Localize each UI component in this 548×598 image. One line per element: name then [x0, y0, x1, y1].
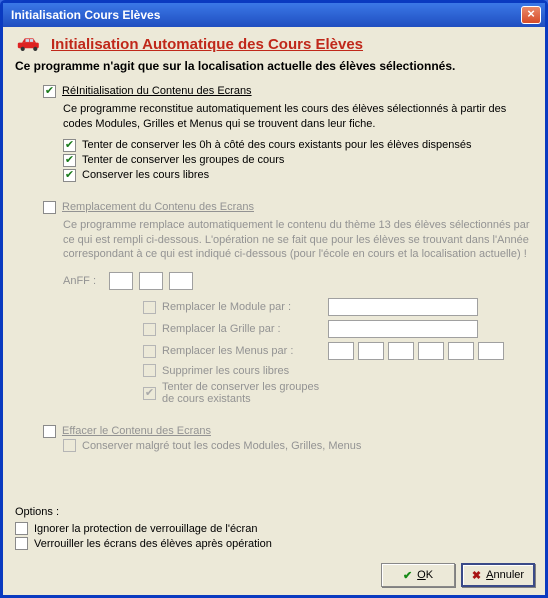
sup-libres-label: Supprimer les cours libres	[162, 365, 322, 377]
close-button[interactable]: ×	[521, 6, 541, 24]
ok-button[interactable]: ✔ OK	[381, 563, 455, 587]
rep-menus-inputs	[328, 342, 504, 360]
rep-menus-input-3[interactable]	[388, 342, 414, 360]
section-reinit-title: RéInitialisation du Contenu des Ecrans	[62, 85, 252, 97]
opt-ignore-lock-checkbox[interactable]	[15, 522, 28, 535]
reinit-opt1-label: Tenter de conserver les 0h à côté des co…	[82, 139, 472, 151]
section-reinit: ✔ RéInitialisation du Contenu des Ecrans…	[43, 85, 533, 183]
rep-grille-checkbox	[143, 323, 156, 336]
rep-grille-input[interactable]	[328, 320, 478, 338]
reinit-opt3-label: Conserver les cours libres	[82, 169, 209, 181]
reinit-opt1-checkbox[interactable]: ✔	[63, 139, 76, 152]
anff-label: AnFF :	[63, 275, 103, 287]
car-icon	[15, 35, 43, 53]
window-title: Initialisation Cours Elèves	[11, 8, 521, 22]
section-erase-title: Effacer le Contenu des Ecrans	[62, 425, 211, 437]
options-block: Options : Ignorer la protection de verro…	[15, 506, 272, 551]
section-reinit-desc: Ce programme reconstitue automatiquement…	[63, 102, 533, 132]
rep-module-label: Remplacer le Module par :	[162, 301, 322, 313]
x-icon: ✖	[472, 569, 481, 582]
rep-menus-input-2[interactable]	[358, 342, 384, 360]
anff-row: AnFF :	[63, 272, 533, 290]
erase-opt1-checkbox	[63, 439, 76, 452]
cancel-button-label: Annuler	[486, 569, 524, 581]
sub-heading: Ce programme n'agit que sur la localisat…	[15, 59, 533, 73]
heading-row: Initialisation Automatique des Cours Elè…	[15, 35, 533, 53]
tenter-groupes-label: Tenter de conserver les groupes de cours…	[162, 381, 322, 405]
section-replace-title: Remplacement du Contenu des Ecrans	[62, 201, 254, 213]
rep-module-input[interactable]	[328, 298, 478, 316]
reinit-opt3-checkbox[interactable]: ✔	[63, 169, 76, 182]
rep-menus-input-6[interactable]	[478, 342, 504, 360]
rep-module-checkbox	[143, 301, 156, 314]
rep-menus-input-5[interactable]	[448, 342, 474, 360]
erase-checkbox[interactable]	[43, 425, 56, 438]
opt-lock-after-label: Verrouiller les écrans des élèves après …	[34, 538, 272, 550]
ok-button-label: OK	[417, 569, 433, 581]
rep-menus-input-1[interactable]	[328, 342, 354, 360]
sup-libres-checkbox	[143, 364, 156, 377]
anff-input-3[interactable]	[169, 272, 193, 290]
reinit-opt2-checkbox[interactable]: ✔	[63, 154, 76, 167]
close-icon: ×	[527, 6, 535, 21]
dialog-content: Initialisation Automatique des Cours Elè…	[3, 27, 545, 595]
anff-input-1[interactable]	[109, 272, 133, 290]
reinit-checkbox[interactable]: ✔	[43, 85, 56, 98]
rep-menus-label: Remplacer les Menus par :	[162, 345, 322, 357]
opt-lock-after-checkbox[interactable]	[15, 537, 28, 550]
opt-ignore-lock-label: Ignorer la protection de verrouillage de…	[34, 523, 257, 535]
anff-input-2[interactable]	[139, 272, 163, 290]
dialog-window: Initialisation Cours Elèves × Initialisa…	[0, 0, 548, 598]
rep-grille-label: Remplacer la Grille par :	[162, 323, 322, 335]
cancel-button[interactable]: ✖ Annuler	[461, 563, 535, 587]
options-label: Options :	[15, 506, 272, 518]
titlebar: Initialisation Cours Elèves ×	[3, 3, 545, 27]
main-heading: Initialisation Automatique des Cours Elè…	[51, 36, 363, 53]
rep-menus-input-4[interactable]	[418, 342, 444, 360]
section-replace: Remplacement du Contenu des Ecrans Ce pr…	[43, 201, 533, 408]
replace-checkbox[interactable]	[43, 201, 56, 214]
section-erase: Effacer le Contenu des Ecrans Conserver …	[43, 425, 533, 453]
button-row: ✔ OK ✖ Annuler	[381, 563, 535, 587]
erase-opt1-label: Conserver malgré tout les codes Modules,…	[82, 440, 361, 452]
reinit-opt2-label: Tenter de conserver les groupes de cours	[82, 154, 284, 166]
tenter-groupes-checkbox: ✔	[143, 387, 156, 400]
rep-menus-checkbox	[143, 345, 156, 358]
section-replace-desc: Ce programme remplace automatiquement le…	[63, 218, 533, 263]
check-icon: ✔	[403, 569, 412, 582]
